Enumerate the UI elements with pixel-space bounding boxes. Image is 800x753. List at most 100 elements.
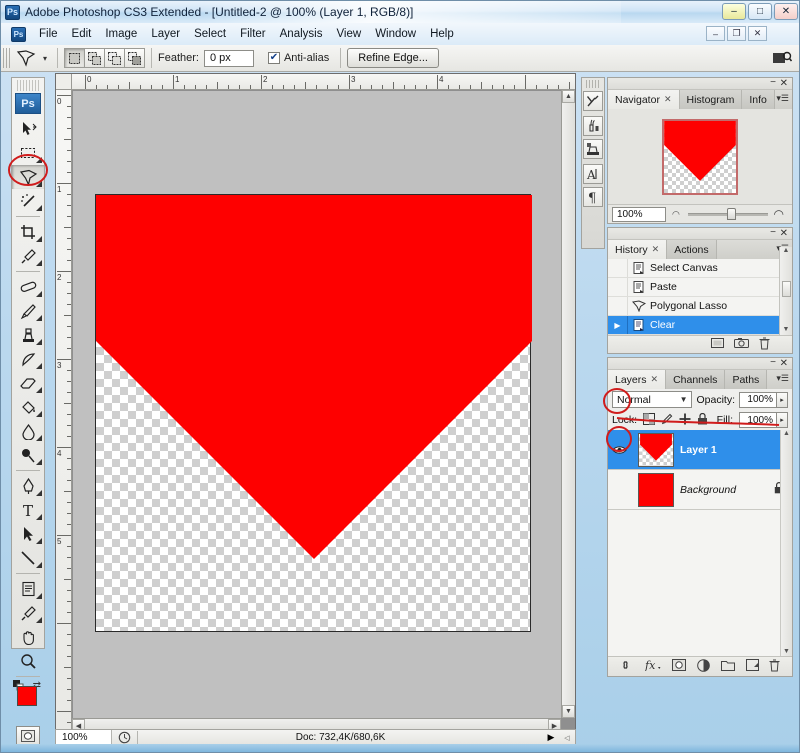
history-state-row[interactable]: Polygonal Lasso (608, 297, 792, 316)
canvas-scroll-area[interactable] (73, 91, 561, 718)
layer-row-background[interactable]: Background (608, 470, 792, 510)
navigator-title-bar[interactable]: − ✕ (608, 78, 792, 90)
navigator-close-icon[interactable]: ✕ (780, 78, 788, 89)
layers-close-icon[interactable]: ✕ (780, 358, 788, 369)
vertical-scrollbar[interactable]: ▲ ▼ (561, 90, 575, 718)
tab-close-icon[interactable]: ✕ (651, 374, 659, 385)
zoom-level-field[interactable]: 100% (56, 730, 112, 745)
subtract-from-selection-button[interactable] (104, 48, 125, 68)
clone-source-icon[interactable] (583, 139, 603, 159)
dock-strip-grip[interactable] (586, 80, 600, 88)
lock-all-icon[interactable] (697, 412, 708, 428)
rectangular-marquee-tool[interactable] (12, 141, 44, 165)
tool-preset-chevron-down-icon[interactable]: ▾ (39, 47, 51, 69)
character-icon[interactable]: A (583, 164, 603, 184)
doc-restore-button[interactable]: ❐ (727, 26, 746, 41)
brushes-icon[interactable] (583, 116, 603, 136)
preview-icon[interactable] (112, 731, 138, 744)
doc-minimize-button[interactable]: – (706, 26, 725, 41)
add-layer-mask-icon[interactable] (672, 659, 687, 674)
snapshot-toggle[interactable]: ▶ (608, 316, 628, 334)
zoom-tool[interactable] (12, 649, 44, 673)
new-selection-button[interactable] (64, 48, 85, 68)
line-shape-tool[interactable] (12, 546, 44, 570)
image-canvas[interactable] (95, 194, 532, 632)
clone-stamp-tool[interactable] (12, 323, 44, 347)
tab-actions[interactable]: Actions (667, 240, 717, 259)
new-group-icon[interactable] (720, 660, 735, 674)
tool-presets-icon[interactable] (583, 91, 603, 111)
eyedropper-tool[interactable] (12, 244, 44, 268)
tab-navigator[interactable]: Navigator ✕ (608, 90, 680, 109)
navigator-minimize-icon[interactable]: − (770, 78, 776, 88)
menu-file[interactable]: File (32, 25, 65, 43)
menu-filter[interactable]: Filter (233, 25, 273, 43)
tab-layers[interactable]: Layers ✕ (608, 370, 667, 389)
tab-close-icon[interactable]: ✕ (652, 244, 660, 255)
menu-window[interactable]: Window (368, 25, 423, 43)
opacity-stepper[interactable]: ▸ (777, 391, 788, 408)
menu-view[interactable]: View (329, 25, 368, 43)
snapshot-toggle[interactable] (608, 278, 628, 296)
vertical-ruler[interactable]: 012345 (56, 90, 72, 732)
link-layers-icon[interactable] (619, 660, 634, 673)
eraser-tool[interactable] (12, 371, 44, 395)
polygonal-lasso-icon[interactable] (13, 47, 39, 69)
play-arrow-icon[interactable]: ▶ (543, 732, 559, 743)
refine-edge-button[interactable]: Refine Edge... (347, 48, 439, 68)
hand-tool[interactable] (12, 625, 44, 649)
tab-info[interactable]: Info (742, 90, 775, 109)
anti-alias-checkbox-group[interactable]: ✔ Anti-alias (267, 52, 334, 64)
intersect-with-selection-button[interactable] (124, 48, 145, 68)
snapshot-toggle[interactable] (608, 297, 628, 315)
healing-brush-tool[interactable] (12, 275, 44, 299)
status-resize-grip[interactable]: ◁ (559, 734, 575, 742)
blur-tool[interactable] (12, 419, 44, 443)
layer-name[interactable]: Background (680, 484, 736, 496)
fill-stepper[interactable]: ▸ (777, 412, 788, 428)
crop-tool[interactable] (12, 220, 44, 244)
quick-mask-mode-button[interactable] (16, 726, 40, 746)
history-state-row[interactable]: Paste (608, 278, 792, 297)
anti-alias-checkbox[interactable]: ✔ (267, 52, 280, 64)
history-title-bar[interactable]: − ✕ (608, 228, 792, 240)
close-button[interactable]: ✕ (774, 3, 798, 20)
lock-image-pixels-icon[interactable] (661, 413, 673, 428)
menu-select[interactable]: Select (187, 25, 233, 43)
lock-position-icon[interactable] (679, 413, 691, 428)
zoom-slider-knob[interactable] (726, 208, 736, 220)
history-brush-tool[interactable] (12, 347, 44, 371)
new-layer-icon[interactable] (745, 659, 759, 674)
type-tool[interactable]: T (12, 498, 44, 522)
notes-tool[interactable] (12, 577, 44, 601)
doc-close-button[interactable]: ✕ (748, 26, 767, 41)
menu-analysis[interactable]: Analysis (273, 25, 330, 43)
layers-minimize-icon[interactable]: − (770, 358, 776, 368)
snapshot-toggle[interactable] (608, 259, 628, 277)
new-adjustment-layer-icon[interactable] (697, 658, 710, 675)
lock-transparent-pixels-icon[interactable] (643, 412, 656, 428)
delete-layer-icon[interactable] (769, 659, 780, 675)
paint-bucket-tool[interactable] (12, 395, 44, 419)
horizontal-ruler[interactable]: 01234 (72, 74, 575, 90)
history-close-icon[interactable]: ✕ (780, 228, 788, 239)
navigator-zoom-field[interactable]: 100% (612, 206, 666, 222)
zoom-in-icon[interactable]: ◠ (774, 207, 784, 221)
navigator-zoom-slider[interactable]: ◠ ◠ (670, 207, 788, 222)
add-to-selection-button[interactable] (84, 48, 105, 68)
navigator-preview[interactable] (608, 109, 792, 204)
scroll-down-arrow-icon[interactable]: ▼ (562, 705, 575, 718)
new-document-from-state-icon[interactable] (711, 337, 724, 352)
layer-list-empty-area[interactable] (608, 510, 792, 656)
paragraph-icon[interactable]: ¶ (583, 187, 603, 207)
menu-help[interactable]: Help (423, 25, 461, 43)
zoom-out-icon[interactable]: ◠ (672, 209, 680, 220)
blend-mode-select[interactable]: Normal ▼ (612, 391, 693, 408)
delete-state-icon[interactable] (759, 337, 770, 353)
pen-tool[interactable] (12, 474, 44, 498)
opacity-input[interactable]: 100% (739, 391, 777, 408)
navigator-panel-menu-icon[interactable]: ▾☰ (776, 93, 789, 104)
minimize-button[interactable]: – (722, 3, 746, 20)
ruler-corner[interactable] (56, 74, 72, 90)
new-snapshot-icon[interactable] (734, 337, 749, 352)
